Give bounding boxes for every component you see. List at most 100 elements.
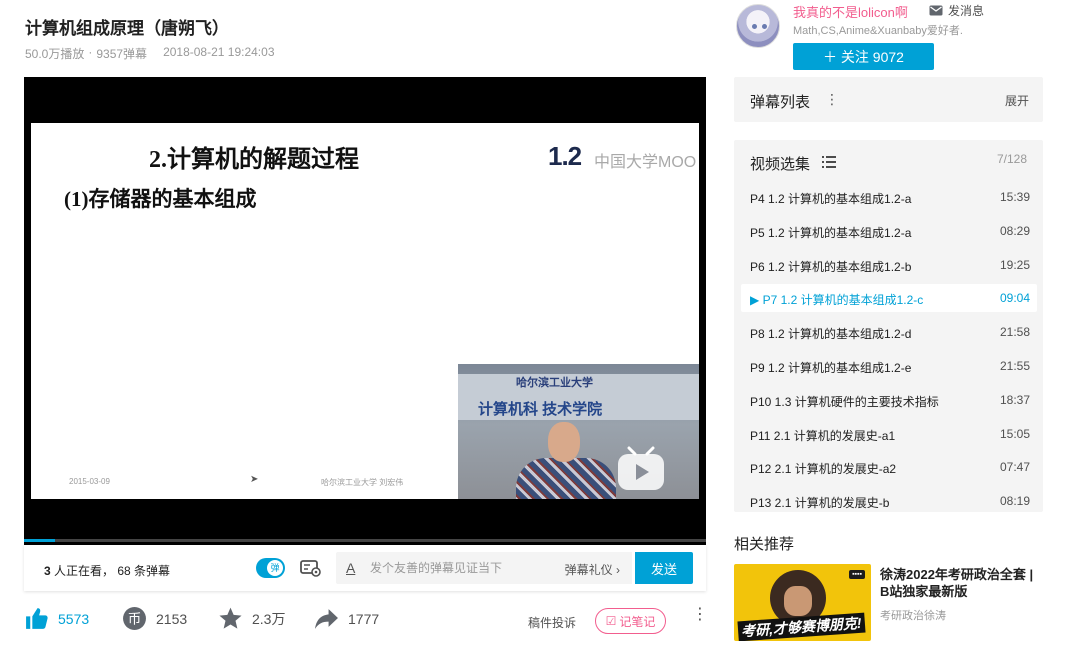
video-frame: 2.计算机的解题过程 (1)存储器的基本组成 1.2 中国大学MOO 2015-… — [31, 123, 699, 499]
follow-button[interactable]: ＋ 关注 9072 — [793, 43, 934, 70]
episode-duration: 07:47 — [999, 460, 1030, 475]
note-icon: ☑ — [605, 614, 617, 628]
episode-title: ▶ P7 1.2 计算机的基本组成1.2-c — [750, 293, 924, 308]
like-count: 5573 — [58, 610, 90, 627]
episode-item[interactable]: P6 1.2 计算机的基本组成1.2-b 19:25 — [741, 251, 1037, 279]
slide-footer: 哈尔滨工业大学 刘宏伟 — [321, 478, 404, 487]
lecturer-body — [516, 458, 616, 499]
viewer-text: 人正在看， 68 条弹幕 — [50, 564, 171, 578]
related-header: 相关推荐 — [734, 536, 795, 553]
send-message-link[interactable]: 发消息 — [929, 2, 984, 19]
slide-number: 1.2 — [548, 141, 582, 171]
favorite-button[interactable]: 2.3万 — [218, 606, 285, 631]
mail-icon — [929, 5, 943, 16]
episode-item[interactable]: P10 1.3 计算机硬件的主要技术指标 18:37 — [741, 386, 1037, 414]
danmaku-input-box: A 弹幕礼仪 › — [336, 552, 632, 584]
thumbnail-caption: 考研,才够赛博朋克! — [737, 612, 866, 641]
thumbnail-badge: ▪▪▪▪ — [849, 570, 865, 579]
slide-date: 2015-03-09 — [69, 477, 110, 486]
episode-title: P13 2.1 计算机的发展史-b — [750, 496, 890, 511]
danmaku-settings-icon[interactable] — [300, 559, 322, 577]
take-notes-button[interactable]: ☑ 记笔记 — [595, 608, 666, 634]
danmaku-etiquette-link[interactable]: 弹幕礼仪 › — [565, 561, 620, 578]
episode-title: P6 1.2 计算机的基本组成1.2-b — [750, 259, 912, 274]
share-button[interactable]: 1777 — [314, 606, 379, 631]
coin-icon: 币 — [123, 607, 146, 630]
list-icon[interactable] — [822, 156, 836, 168]
video-meta: 50.0万播放 · 9357弹幕 2018-08-21 19:24:03 — [25, 45, 275, 62]
episode-item[interactable]: P4 1.2 计算机的基本组成1.2-a 15:39 — [741, 183, 1037, 211]
episode-duration: 15:39 — [999, 190, 1030, 204]
more-options-icon[interactable]: ⋮ — [692, 607, 708, 623]
send-message-label: 发消息 — [948, 4, 985, 18]
publish-time: 2018-08-21 19:24:03 — [163, 45, 275, 59]
episode-duration: 09:04 — [999, 291, 1030, 306]
episode-item[interactable]: P11 2.1 计算机的发展史-a1 15:05 — [741, 420, 1037, 448]
favorite-count: 2.3万 — [252, 610, 286, 627]
danmaku-list-menu-icon[interactable]: ⋮ — [825, 91, 839, 108]
danmaku-list-expand[interactable]: 展开 — [1005, 92, 1029, 109]
slide-subtitle: (1)存储器的基本组成 — [64, 187, 257, 211]
coin-count: 2153 — [156, 610, 188, 627]
send-danmaku-button[interactable]: 发送 — [635, 552, 693, 584]
episode-duration: 08:29 — [999, 223, 1030, 238]
episode-title: P8 1.2 计算机的基本组成1.2-d — [750, 327, 912, 342]
mouse-cursor-icon: ➤ — [250, 474, 259, 485]
episode-item[interactable]: P13 2.1 计算机的发展史-b 08:19 — [741, 487, 1037, 512]
danmaku-input[interactable] — [370, 552, 560, 584]
danmaku-send-bar: 3 人正在看， 68 条弹幕 弹 A 弹幕礼仪 › 发送 — [24, 545, 706, 591]
episode-duration: 21:58 — [999, 325, 1030, 340]
lecturer-figure — [516, 422, 616, 499]
coin-button[interactable]: 币 2153 — [122, 606, 187, 631]
slide-title: 2.计算机的解题过程 — [149, 147, 359, 173]
report-link[interactable]: 稿件投诉 — [528, 614, 576, 631]
danmaku-count: 9357弹幕 — [96, 47, 148, 61]
danmaku-toggle[interactable]: 弹 — [256, 558, 285, 578]
pip-university-name: 哈尔滨工业大学 — [516, 376, 593, 389]
thumbs-up-icon — [26, 608, 48, 629]
episode-item[interactable]: P8 1.2 计算机的基本组成1.2-d 21:58 — [741, 318, 1037, 346]
episode-list-panel: 视频选集 7/128 P4 1.2 计算机的基本组成1.2-a 15:39 P5 1… — [734, 140, 1043, 512]
lecturer-video-inset: 哈尔滨工业大学 计算机科 技术学院 — [458, 364, 699, 499]
episode-item[interactable]: P12 2.1 计算机的发展史-a2 07:47 — [741, 453, 1037, 481]
related-video-title[interactable]: 徐涛2022年考研政治全套 | B站独家最新版 — [880, 566, 1046, 600]
note-label: 记笔记 — [619, 614, 656, 629]
share-count: 1777 — [348, 610, 380, 627]
episode-title: P10 1.3 计算机硬件的主要技术指标 — [750, 394, 939, 409]
episode-title: P4 1.2 计算机的基本组成1.2-a — [750, 192, 912, 206]
progress-fill — [24, 539, 55, 542]
play-icon[interactable] — [615, 446, 667, 492]
video-player[interactable]: 2.计算机的解题过程 (1)存储器的基本组成 1.2 中国大学MOO 2015-… — [24, 77, 706, 545]
danmaku-list-panel[interactable]: 弹幕列表 ⋮ 展开 — [734, 77, 1043, 122]
episode-count: 7/128 — [996, 152, 1027, 166]
uploader-avatar[interactable] — [736, 4, 780, 48]
font-style-icon[interactable]: A — [346, 560, 355, 576]
meta-separator: · — [88, 45, 93, 59]
danmaku-toggle-knob: 弹 — [267, 560, 283, 576]
video-title: 计算机组成原理（唐朔飞） — [25, 19, 229, 38]
uploader-name[interactable]: 我真的不是lolicon啊 — [793, 2, 908, 21]
star-icon — [219, 607, 242, 629]
episode-title: P11 2.1 计算机的发展史-a1 — [750, 428, 896, 443]
episode-title: P9 1.2 计算机的基本组成1.2-e — [750, 361, 912, 375]
episode-item[interactable]: P9 1.2 计算机的基本组成1.2-e 21:55 — [741, 352, 1037, 380]
episode-duration: 08:19 — [999, 494, 1030, 509]
viewer-number: 3 — [44, 564, 51, 578]
video-actions: 5573 币 2153 2.3万 1777 稿件投诉 ☑ 记笔记 ⋮ — [24, 606, 708, 636]
related-video-thumbnail[interactable]: ▪▪▪▪ 考研,才够赛博朋克! — [734, 564, 871, 641]
episode-title: P12 2.1 计算机的发展史-a2 — [750, 462, 897, 477]
related-video-author[interactable]: 考研政治徐涛 — [880, 607, 946, 623]
like-button[interactable]: 5573 — [24, 606, 89, 631]
viewer-count: 3 人正在看， 68 条弹幕 — [44, 562, 170, 579]
episode-duration: 21:55 — [999, 359, 1030, 373]
progress-bar[interactable] — [24, 539, 706, 542]
lecturer-head — [548, 422, 580, 462]
episode-title: P5 1.2 计算机的基本组成1.2-a — [750, 225, 912, 240]
episode-item[interactable]: P5 1.2 计算机的基本组成1.2-a 08:29 — [741, 217, 1037, 245]
episode-item-current[interactable]: ▶ P7 1.2 计算机的基本组成1.2-c 09:04 — [741, 284, 1037, 313]
svg-text:币: 币 — [128, 612, 142, 628]
pip-school-name: 计算机科 技术学院 — [478, 401, 603, 418]
mooc-logo: 中国大学MOO — [594, 154, 697, 171]
uploader-description: Math,CS,Anime&Xuanbaby爱好者. — [793, 25, 963, 37]
episode-duration: 15:05 — [999, 426, 1030, 441]
